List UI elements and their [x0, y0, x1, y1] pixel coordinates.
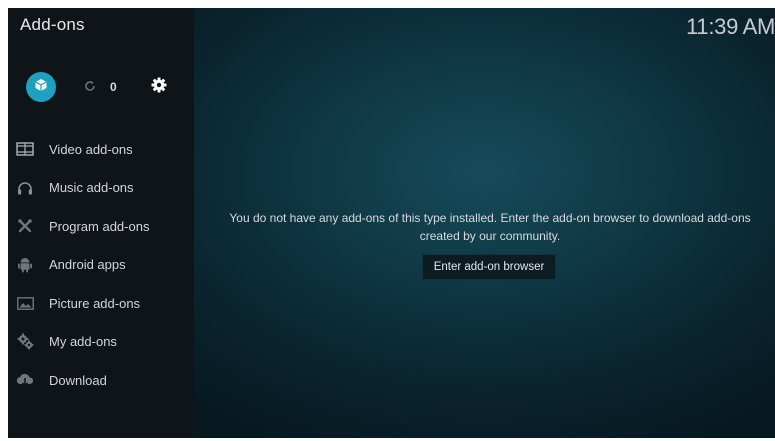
sidebar: Add-ons 0 Video add-ons Music add-ons Pr…: [8, 8, 194, 438]
picture-icon: [16, 294, 34, 312]
clock: 11:39 AM: [686, 14, 775, 39]
sidebar-item-music-addons[interactable]: Music add-ons: [8, 169, 194, 208]
headphones-icon: [16, 179, 34, 197]
sidebar-toolbar: 0: [26, 72, 186, 102]
sidebar-item-label: Picture add-ons: [49, 295, 141, 311]
gear-icon: [151, 77, 167, 98]
sidebar-item-video-addons[interactable]: Video add-ons: [8, 130, 194, 169]
sidebar-item-label: Android apps: [49, 257, 126, 273]
box-icon: [34, 78, 48, 97]
empty-state-message: You do not have any add-ons of this type…: [229, 211, 751, 243]
addons-window: Add-ons 0 Video add-ons Music add-ons Pr…: [8, 8, 775, 438]
addon-browser-button[interactable]: [26, 72, 56, 102]
sidebar-item-label: My add-ons: [49, 334, 117, 350]
sidebar-item-download[interactable]: Download: [8, 361, 194, 400]
sidebar-item-android-apps[interactable]: Android apps: [8, 246, 194, 285]
android-icon: [16, 256, 34, 274]
sidebar-item-program-addons[interactable]: Program add-ons: [8, 207, 194, 246]
page-title: Add-ons: [20, 15, 85, 34]
enter-addon-browser-button[interactable]: Enter add-on browser: [422, 254, 556, 280]
film-icon: [16, 140, 34, 158]
gears-icon: [16, 333, 34, 351]
cloud-download-icon: [16, 371, 34, 389]
sidebar-item-label: Music add-ons: [49, 180, 134, 196]
sidebar-item-label: Video add-ons: [49, 141, 133, 157]
sidebar-item-label: Program add-ons: [49, 218, 150, 234]
sidebar-item-my-addons[interactable]: My add-ons: [8, 323, 194, 362]
sidebar-item-picture-addons[interactable]: Picture add-ons: [8, 284, 194, 323]
refresh-icon[interactable]: [84, 79, 96, 95]
sidebar-menu: Video add-ons Music add-ons Program add-…: [8, 130, 194, 400]
sidebar-item-label: Download: [49, 372, 107, 388]
update-count: 0: [110, 80, 117, 94]
settings-button[interactable]: [148, 76, 170, 98]
tools-icon: [16, 217, 34, 235]
